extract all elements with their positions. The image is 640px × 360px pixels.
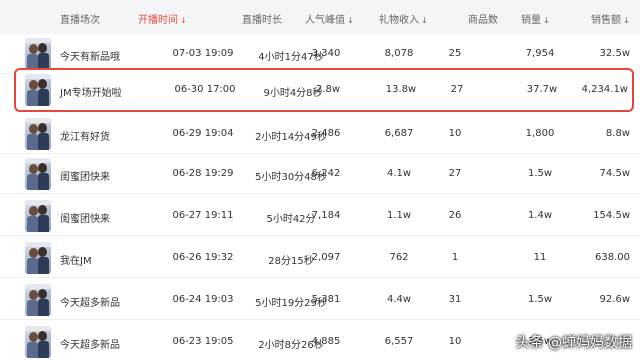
- stream-title[interactable]: 闺蜜团快来: [60, 210, 110, 225]
- gift-income: 762: [389, 252, 409, 263]
- column-header-sales-amount-label: 销售额: [591, 15, 621, 26]
- product-count: 25: [448, 48, 462, 59]
- stream-cover-thumbnail[interactable]: [25, 326, 51, 358]
- sales-amount: 8.8w: [605, 128, 630, 139]
- column-header-sales-volume-label: 销量: [521, 15, 541, 26]
- start-time: 06-23 19:05: [172, 336, 234, 347]
- product-count: 26: [448, 210, 462, 221]
- stream-title[interactable]: 闺蜜团快来: [60, 168, 110, 183]
- stream-title[interactable]: 今天超多新品: [60, 336, 120, 351]
- peak-viewers: 5,381: [311, 294, 341, 305]
- sales-volume: 1.5w: [527, 294, 553, 305]
- column-header-stream: 直播场次: [60, 15, 100, 26]
- product-count: 1: [451, 252, 459, 263]
- sort-icon: ↓: [421, 16, 428, 25]
- start-time: 06-29 19:04: [172, 128, 234, 139]
- sales-volume: 7,954: [525, 48, 555, 59]
- gift-income: 4.1w: [386, 168, 412, 179]
- sales-amount: 92.6w: [599, 294, 630, 305]
- peak-viewers: 3,340: [311, 48, 341, 59]
- peak-viewers: 2,097: [311, 252, 341, 263]
- stream-cover-thumbnail[interactable]: [25, 118, 51, 150]
- sales-volume: 1.4w: [527, 210, 553, 221]
- start-time: 06-24 19:03: [172, 294, 234, 305]
- start-time: 06-28 19:29: [172, 168, 234, 179]
- peak-viewers: 2,486: [311, 128, 341, 139]
- table-header: 直播场次 开播时间 ↓ 直播时长 人气峰值 ↓ 礼物收入 ↓ 商品数 销量 ↓ 销售额 ↓: [0, 0, 640, 34]
- gift-income: 13.8w: [385, 84, 417, 95]
- watermark: 头条 @蝉妈妈数据: [515, 335, 632, 351]
- table-row[interactable]: 我在JM 06-26 19:32 28分15秒 2,097 762 1 11 6…: [0, 238, 640, 278]
- sort-icon: ↓: [623, 16, 630, 25]
- column-header-start-time[interactable]: 开播时间 ↓: [138, 11, 187, 26]
- sort-icon: ↓: [543, 16, 550, 25]
- peak-viewers: 2.8w: [315, 84, 341, 95]
- sales-volume: 11: [533, 252, 547, 263]
- sort-desc-icon: ↓: [180, 16, 187, 25]
- gift-income: 8,078: [384, 48, 414, 59]
- table-row[interactable]: 闺蜜团快来 06-28 19:29 5小时30分48秒 6,242 4.1w 2…: [0, 154, 640, 194]
- start-time: 06-27 19:11: [172, 210, 234, 221]
- product-count: 27: [450, 84, 464, 95]
- sales-volume: 1.5w: [527, 168, 553, 179]
- peak-viewers: 7,184: [311, 210, 341, 221]
- stream-cover-thumbnail[interactable]: [25, 284, 51, 316]
- stream-title[interactable]: JM专场开始啦: [60, 84, 122, 99]
- stream-title[interactable]: 今天有新品哦: [60, 48, 120, 63]
- sales-volume: 1,800: [525, 128, 555, 139]
- sales-amount: 154.5w: [593, 210, 630, 221]
- product-count: 27: [448, 168, 462, 179]
- stream-cover-thumbnail[interactable]: [25, 38, 51, 70]
- stream-cover-thumbnail[interactable]: [25, 158, 51, 190]
- gift-income: 1.1w: [386, 210, 412, 221]
- peak-viewers: 6,242: [311, 168, 341, 179]
- sales-amount: 32.5w: [599, 48, 630, 59]
- product-count: 10: [448, 128, 462, 139]
- gift-income: 4.4w: [386, 294, 412, 305]
- stream-cover-thumbnail[interactable]: [25, 74, 51, 106]
- column-header-gift-income-label: 礼物收入: [379, 15, 419, 26]
- sales-amount: 74.5w: [599, 168, 630, 179]
- gift-income: 6,687: [384, 128, 414, 139]
- stream-title[interactable]: 今天超多新品: [60, 294, 120, 309]
- sales-amount: 638.00: [595, 252, 630, 263]
- stream-cover-thumbnail[interactable]: [25, 242, 51, 274]
- table-row[interactable]: 龙江有好货 06-29 19:04 2小时14分49秒 2,486 6,687 …: [0, 114, 640, 154]
- table-row-highlighted[interactable]: JM专场开始啦 06-30 17:00 9小时4分8秒 2.8w 13.8w 2…: [14, 68, 634, 112]
- column-header-sales-amount[interactable]: 销售额 ↓: [591, 11, 630, 26]
- product-count: 31: [448, 294, 462, 305]
- stream-cover-thumbnail[interactable]: [25, 200, 51, 232]
- column-header-sales-volume[interactable]: 销量 ↓: [521, 11, 550, 26]
- table-row[interactable]: 闺蜜团快来 06-27 19:11 5小时42分 7,184 1.1w 26 1…: [0, 196, 640, 236]
- column-header-gift-income[interactable]: 礼物收入 ↓: [379, 11, 428, 26]
- column-header-peak-viewers[interactable]: 人气峰值 ↓: [305, 11, 354, 26]
- start-time: 06-30 17:00: [174, 84, 236, 95]
- column-header-duration: 直播时长: [242, 15, 282, 26]
- sales-volume: 37.7w: [526, 84, 558, 95]
- stream-title[interactable]: 龙江有好货: [60, 128, 110, 143]
- gift-income: 6,557: [384, 336, 414, 347]
- sales-amount: 4,234.1w: [581, 84, 628, 95]
- stream-title[interactable]: 我在JM: [60, 252, 92, 267]
- sort-icon: ↓: [347, 16, 354, 25]
- peak-viewers: 4,885: [311, 336, 341, 347]
- start-time: 06-26 19:32: [172, 252, 234, 263]
- table-row[interactable]: 今天超多新品 06-24 19:03 5小时19分29秒 5,381 4.4w …: [0, 280, 640, 320]
- start-time: 07-03 19:09: [172, 48, 234, 59]
- column-header-peak-viewers-label: 人气峰值: [305, 15, 345, 26]
- column-header-start-time-label: 开播时间: [138, 15, 178, 26]
- product-count: 10: [448, 336, 462, 347]
- column-header-product-count: 商品数: [468, 15, 498, 26]
